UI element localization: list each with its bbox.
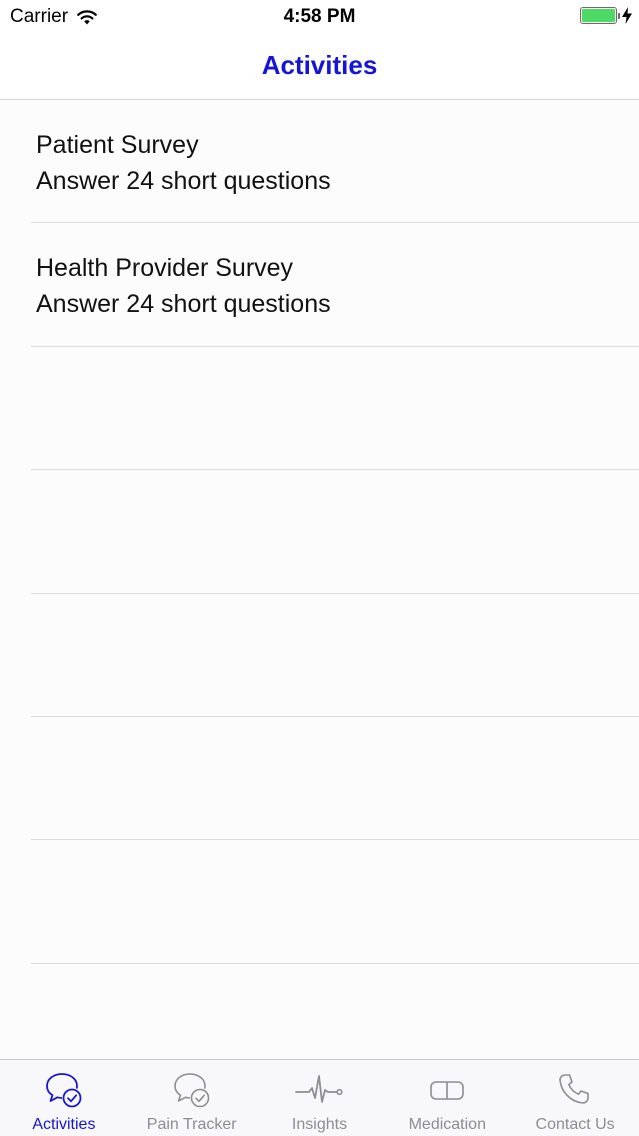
tab-contact-us[interactable]: Contact Us — [511, 1060, 639, 1136]
empty-row — [31, 717, 639, 841]
tab-label: Activities — [32, 1116, 96, 1133]
tab-activities[interactable]: Activities — [0, 1060, 128, 1136]
phone-icon — [559, 1074, 589, 1104]
pill-icon — [430, 1081, 465, 1100]
chat-check-icon — [173, 1073, 209, 1108]
battery-icon — [580, 7, 620, 24]
tab-label: Insights — [291, 1116, 348, 1133]
tab-label: Medication — [408, 1116, 486, 1133]
tab-label: Pain Tracker — [146, 1116, 237, 1133]
tab-insights[interactable]: Insights — [256, 1060, 384, 1136]
list-item[interactable]: Patient Survey Answer 24 short questions — [31, 100, 639, 224]
tab-pain-tracker[interactable]: Pain Tracker — [128, 1060, 256, 1136]
page-title: Activities — [261, 50, 378, 80]
activity-subtitle: Answer 24 short questions — [36, 167, 331, 195]
battery-indicator — [580, 7, 633, 24]
heartbeat-icon — [295, 1075, 344, 1103]
list-item[interactable]: Health Provider Survey Answer 24 short q… — [31, 223, 639, 347]
activity-subtitle: Answer 24 short questions — [36, 290, 331, 319]
status-time: 4:58 PM — [283, 6, 356, 27]
status-bar: Carrier 4:58 PM — [0, 0, 639, 36]
tab-label: Contact Us — [535, 1116, 615, 1133]
empty-row — [31, 594, 639, 717]
empty-row — [31, 840, 639, 964]
empty-row — [31, 347, 639, 471]
chat-check-icon — [45, 1073, 82, 1108]
activities-list: Patient Survey Answer 24 short questions… — [0, 100, 639, 964]
tab-bar: Activities Pain Tracker Insights Medicat… — [0, 1059, 639, 1136]
activity-title: Health Provider Survey — [36, 254, 294, 283]
charging-bolt-icon — [622, 7, 632, 24]
empty-row — [31, 470, 639, 594]
battery-level-fill — [582, 9, 615, 22]
activity-title: Patient Survey — [36, 131, 199, 159]
navigation-bar: Activities — [0, 36, 639, 100]
tab-medication[interactable]: Medication — [383, 1060, 511, 1136]
